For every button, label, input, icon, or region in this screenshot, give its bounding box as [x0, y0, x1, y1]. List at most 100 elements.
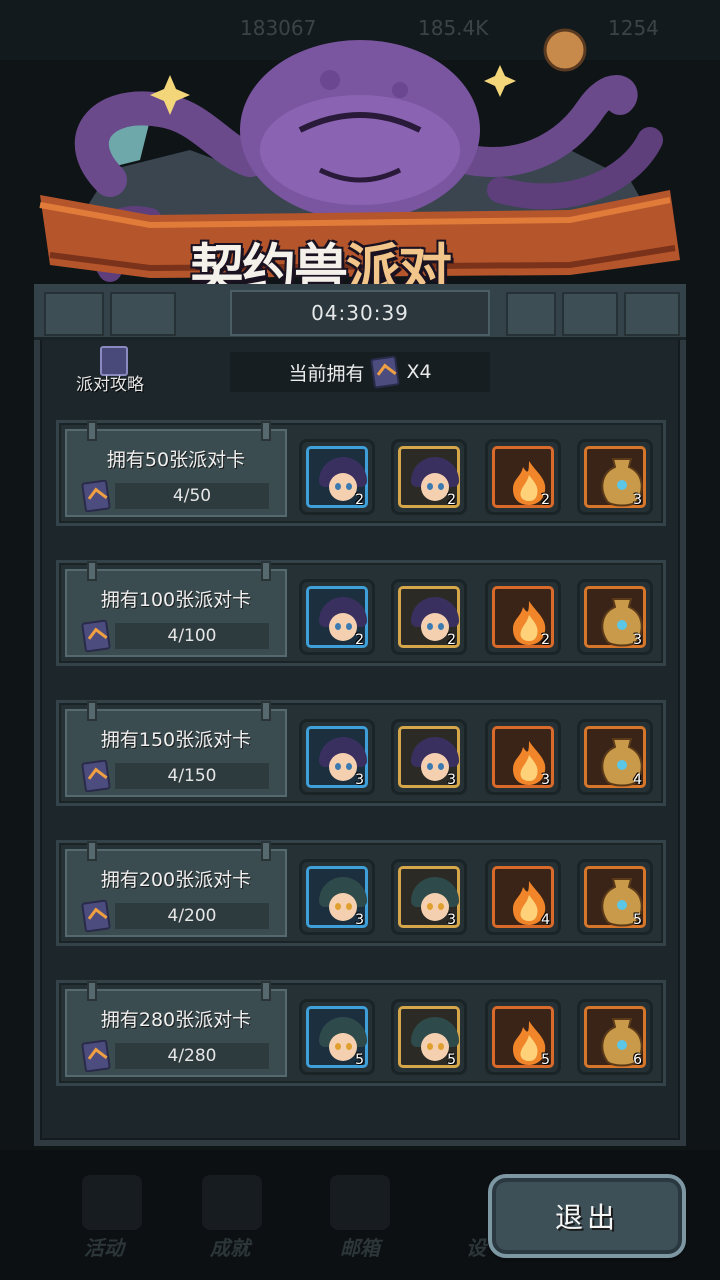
party-card-icon: [81, 759, 111, 793]
exit-button[interactable]: 退出: [488, 1174, 686, 1258]
milestone-row: 拥有150张派对卡 4/150 3 3 3 4: [56, 700, 666, 806]
portrait-part: [329, 1033, 357, 1061]
reward-slot-vase[interactable]: 6: [577, 999, 653, 1075]
stone-block: [624, 292, 680, 336]
reward-slot-hero2-gold[interactable]: 3: [391, 859, 467, 935]
reward-count: 4: [633, 772, 642, 788]
milestone-row: 拥有100张派对卡 4/100 2 2 2 3: [56, 560, 666, 666]
portrait-part: [427, 483, 433, 490]
portrait-part: [346, 483, 352, 490]
milestone-progress: 4/100: [115, 623, 269, 649]
reward-count: 3: [541, 772, 550, 788]
portrait-part: [329, 753, 357, 781]
portrait-part: [421, 1033, 449, 1061]
label-notch: [261, 421, 271, 441]
milestone-progress: 4/150: [115, 763, 269, 789]
portrait-part: [427, 1043, 433, 1050]
reward-slot-hero-gold[interactable]: 3: [391, 719, 467, 795]
stone-block: [110, 292, 176, 336]
label-notch: [261, 561, 271, 581]
reward-count: 2: [447, 632, 456, 648]
label-notch: [261, 841, 271, 861]
party-card-icon: [81, 899, 111, 933]
background-tab-label: 设: [466, 1236, 486, 1260]
reward-count: 2: [541, 492, 550, 508]
reward-count: 3: [355, 912, 364, 928]
portrait-part: [329, 893, 357, 921]
reward-count: 3: [447, 772, 456, 788]
background-tab-icon: [202, 1175, 262, 1230]
reward-slot-hero-blue[interactable]: 2: [299, 579, 375, 655]
portrait-part: [346, 903, 352, 910]
portrait-part: [421, 893, 449, 921]
reward-count: 5: [633, 912, 642, 928]
portrait-part: [438, 623, 444, 630]
reward-slot-vase[interactable]: 3: [577, 439, 653, 515]
reward-slot-flame[interactable]: 5: [485, 999, 561, 1075]
reward-count: 2: [447, 492, 456, 508]
label-notch: [87, 701, 97, 721]
background-tab-icon: [330, 1175, 390, 1230]
milestone-label-box: 拥有100张派对卡 4/100: [65, 561, 287, 657]
owned-cards-display: 当前拥有 X4: [230, 352, 490, 392]
portrait-part: [346, 763, 352, 770]
background-tab-label: 邮箱: [340, 1236, 380, 1260]
portrait-part: [427, 903, 433, 910]
portrait-part: [438, 483, 444, 490]
label-notch: [261, 981, 271, 1001]
reward-slot-vase[interactable]: 3: [577, 579, 653, 655]
label-notch: [87, 421, 97, 441]
milestone-label-box: 拥有200张派对卡 4/200: [65, 841, 287, 937]
milestone-row: 拥有200张派对卡 4/200 3 3 4 5: [56, 840, 666, 946]
reward-count: 6: [633, 1052, 642, 1068]
milestone-label-box: 拥有50张派对卡 4/50: [65, 421, 287, 517]
portrait-part: [421, 753, 449, 781]
milestone-progress: 4/280: [115, 1043, 269, 1069]
reward-slot-vase[interactable]: 5: [577, 859, 653, 935]
reward-count: 5: [447, 1052, 456, 1068]
owned-label: 当前拥有: [288, 362, 365, 385]
reward-slot-hero-gold[interactable]: 2: [391, 439, 467, 515]
portrait-part: [346, 1043, 352, 1050]
reward-slot-hero2-blue[interactable]: 3: [299, 859, 375, 935]
reward-count: 2: [541, 632, 550, 648]
portrait-part: [421, 613, 449, 641]
portrait-part: [335, 483, 341, 490]
reward-slot-flame[interactable]: 2: [485, 439, 561, 515]
background-tab-icon: [82, 1175, 142, 1230]
stone-block: [506, 292, 556, 336]
reward-slot-hero-blue[interactable]: 2: [299, 439, 375, 515]
milestone-title: 拥有100张派对卡: [100, 589, 252, 611]
reward-slot-hero-blue[interactable]: 3: [299, 719, 375, 795]
portrait-part: [427, 623, 433, 630]
reward-slot-hero-gold[interactable]: 2: [391, 579, 467, 655]
portrait-part: [335, 903, 341, 910]
background-tab-label: 活动: [84, 1236, 124, 1260]
milestone-row: 拥有50张派对卡 4/50 2 2 2 3: [56, 420, 666, 526]
portrait-part: [438, 1043, 444, 1050]
portrait-part: [438, 903, 444, 910]
reward-slot-hero2-blue[interactable]: 5: [299, 999, 375, 1075]
reward-count: 2: [355, 492, 364, 508]
milestone-title: 拥有50张派对卡: [106, 449, 246, 471]
portrait-part: [335, 623, 341, 630]
party-guide-label: 派对攻略: [76, 375, 144, 395]
reward-slot-flame[interactable]: 3: [485, 719, 561, 795]
reward-slot-flame[interactable]: 4: [485, 859, 561, 935]
party-card-icon: [370, 355, 401, 389]
milestone-title: 拥有200张派对卡: [100, 869, 252, 891]
milestone-progress: 4/200: [115, 903, 269, 929]
milestone-title: 拥有150张派对卡: [100, 729, 252, 751]
stone-block: [44, 292, 104, 336]
event-timer: 04:30:39: [230, 290, 490, 336]
reward-slot-flame[interactable]: 2: [485, 579, 561, 655]
reward-slot-hero2-gold[interactable]: 5: [391, 999, 467, 1075]
party-card-icon: [81, 1039, 111, 1073]
background-tab-label: 成就: [210, 1236, 250, 1260]
party-guide-button[interactable]: 派对攻略: [70, 346, 170, 395]
party-card-icon: [81, 619, 111, 653]
reward-slot-vase[interactable]: 4: [577, 719, 653, 795]
label-notch: [87, 561, 97, 581]
milestone-row: 拥有280张派对卡 4/280 5 5 5 6: [56, 980, 666, 1086]
reward-count: 3: [633, 492, 642, 508]
